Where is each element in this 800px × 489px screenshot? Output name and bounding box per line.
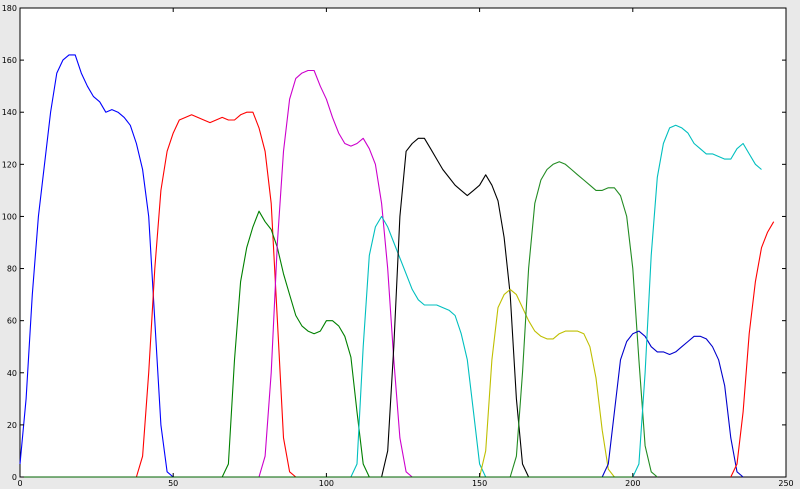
y-tick-label: 80 <box>7 265 17 274</box>
line-chart: 0 50 100 150 200 250 0 20 40 60 80 100 120 140 160 180 <box>2 4 794 488</box>
y-tick-label: 0 <box>12 473 17 482</box>
x-tick-labels: 0 50 100 150 200 250 <box>17 479 793 488</box>
x-tick-label: 50 <box>168 479 178 488</box>
y-tick-label: 20 <box>7 421 17 430</box>
x-tick-label: 200 <box>625 479 640 488</box>
y-tick-label: 100 <box>2 212 17 221</box>
y-tick-label: 120 <box>2 160 17 169</box>
y-tick-label: 60 <box>7 317 17 326</box>
x-tick-label: 0 <box>17 479 22 488</box>
plot-area <box>19 7 787 478</box>
x-tick-label: 150 <box>472 479 487 488</box>
y-tick-label: 140 <box>2 108 17 117</box>
y-tick-labels: 0 20 40 60 80 100 120 140 160 180 <box>2 4 17 482</box>
y-tick-label: 40 <box>7 369 17 378</box>
x-tick-label: 100 <box>319 479 334 488</box>
y-tick-label: 160 <box>2 56 17 65</box>
x-tick-label: 250 <box>778 479 793 488</box>
y-tick-label: 180 <box>2 4 17 13</box>
